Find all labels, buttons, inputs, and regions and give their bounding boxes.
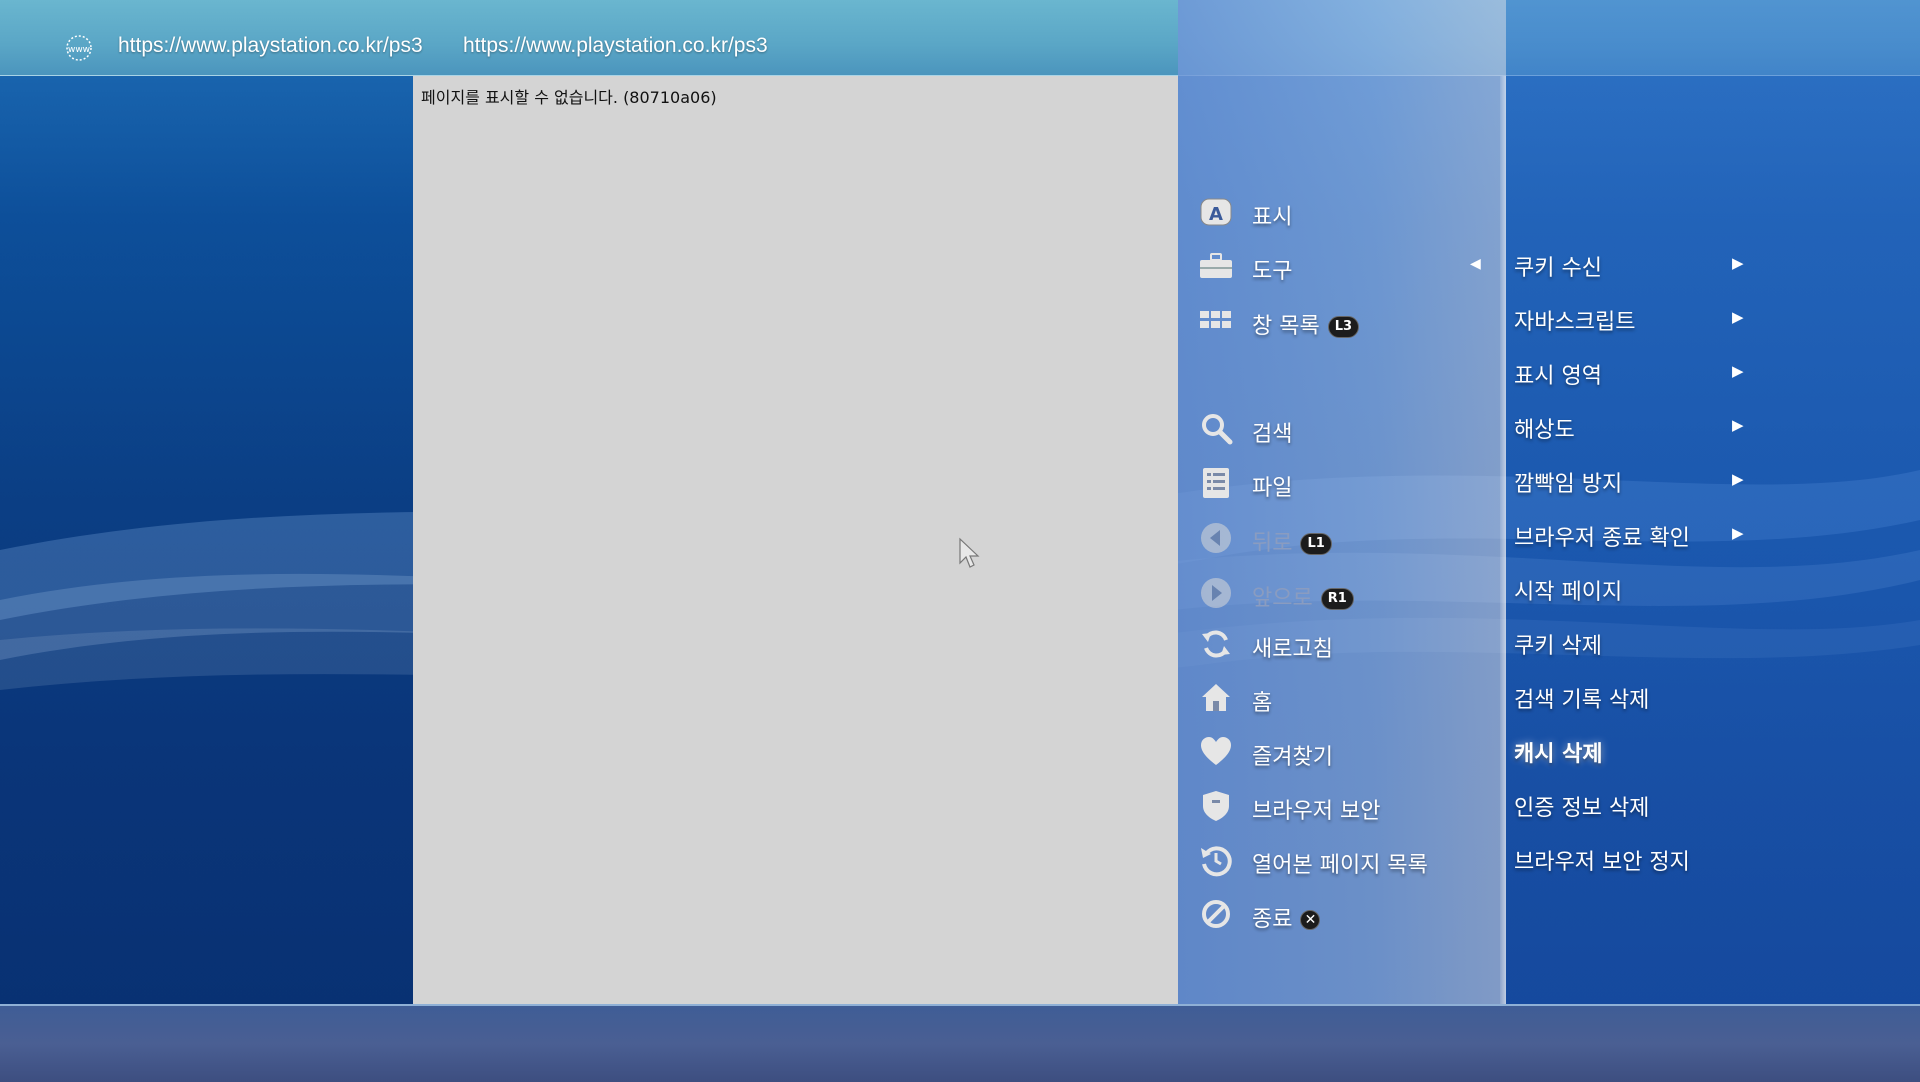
back-icon [1198, 520, 1234, 556]
window-list-icon [1198, 303, 1234, 339]
browser-content[interactable]: 페이지를 표시할 수 없습니다. (80710a06) [413, 76, 1178, 1004]
menu-item-text: 앞으로 [1252, 586, 1313, 611]
submenu-item-stop-browser-security[interactable]: 브라우저 보안 정지 [1514, 838, 1774, 878]
shield-icon [1198, 788, 1234, 824]
history-icon [1198, 842, 1234, 878]
submenu-arrow-icon: ▶ [1732, 470, 1744, 488]
menu-item-label: 파일 [1252, 476, 1293, 501]
submenu-item-label: 쿠키 수신 [1514, 256, 1602, 281]
svg-text:www: www [68, 45, 90, 55]
submenu-arrow-icon: ▶ [1732, 416, 1744, 434]
menu-item-back[interactable]: 뒤로 L1 [1198, 518, 1498, 558]
menu-item-display[interactable]: A 표시 [1198, 192, 1498, 232]
menu-item-label: 도구 [1252, 259, 1293, 284]
l3-button-badge: L3 [1327, 316, 1360, 338]
submenu-item-display-area[interactable]: 표시 영역 ▶ [1514, 352, 1774, 392]
submenu-item-label: 자바스크립트 [1514, 310, 1636, 335]
menu-item-favorites[interactable]: 즐겨찾기 [1198, 732, 1498, 772]
submenu-arrow-icon: ▶ [1732, 308, 1744, 326]
menu-item-label: 열어본 페이지 목록 [1252, 853, 1428, 878]
svg-text:A: A [1209, 204, 1223, 225]
submenu-item-label: 쿠키 삭제 [1514, 634, 1602, 659]
submenu-item-label: 캐시 삭제 [1514, 742, 1603, 767]
submenu-arrow-icon: ▶ [1732, 254, 1744, 272]
bottom-bar [0, 1004, 1920, 1082]
submenu-item-delete-cache[interactable]: 캐시 삭제 [1514, 730, 1774, 770]
menu-item-label: 새로고침 [1252, 637, 1333, 662]
menu-item-text: 창 목록 [1252, 314, 1320, 339]
submenu-arrow-icon: ▶ [1732, 524, 1744, 542]
menu-item-forward[interactable]: 앞으로 R1 [1198, 573, 1498, 613]
l1-button-badge: L1 [1300, 533, 1332, 555]
page-url: https://www.playstation.co.kr/ps3 [463, 34, 768, 57]
menu-item-label: 즐겨찾기 [1252, 745, 1333, 770]
menu-item-home[interactable]: 홈 [1198, 678, 1498, 718]
submenu-item-accept-cookies[interactable]: 쿠키 수신 ▶ [1514, 244, 1774, 284]
submenu-item-flicker-reduction[interactable]: 깜빡임 방지 ▶ [1514, 460, 1774, 500]
menu-item-text: 뒤로 [1252, 531, 1293, 556]
file-icon [1198, 465, 1234, 501]
a-display-icon: A [1198, 194, 1234, 230]
home-icon [1198, 680, 1234, 716]
r1-button-badge: R1 [1320, 588, 1354, 610]
menu-item-label: 뒤로 L1 [1252, 525, 1332, 557]
menu-item-browser-security[interactable]: 브라우저 보안 [1198, 786, 1498, 826]
submenu-item-label: 표시 영역 [1514, 364, 1602, 389]
submenu-item-exit-confirmation[interactable]: 브라우저 종료 확인 ▶ [1514, 514, 1774, 554]
menu-item-exit[interactable]: 종료 ✕ [1198, 894, 1498, 934]
submenu-item-label: 깜빡임 방지 [1514, 472, 1623, 497]
exit-icon [1198, 896, 1234, 932]
menu-item-label: 검색 [1252, 422, 1293, 447]
submenu-item-delete-auth-info[interactable]: 인증 정보 삭제 [1514, 784, 1774, 824]
submenu-open-arrow-icon: ◀ [1470, 256, 1481, 272]
menu-item-label: 앞으로 R1 [1252, 580, 1354, 612]
submenu-item-start-page[interactable]: 시작 페이지 [1514, 568, 1774, 608]
error-message: 페이지를 표시할 수 없습니다. (80710a06) [421, 88, 717, 107]
menu-item-history[interactable]: 열어본 페이지 목록 [1198, 840, 1498, 880]
menu-item-window-list[interactable]: 창 목록 L3 [1198, 301, 1498, 341]
menu-item-label: 홈 [1252, 691, 1273, 716]
menu-item-file[interactable]: 파일 [1198, 463, 1498, 503]
submenu-item-label: 해상도 [1514, 418, 1575, 443]
pointer-cursor-icon [959, 537, 980, 568]
menu-item-label: 창 목록 L3 [1252, 308, 1360, 340]
submenu-item-label: 브라우저 종료 확인 [1514, 526, 1690, 551]
submenu-item-label: 시작 페이지 [1514, 580, 1623, 605]
current-url[interactable]: https://www.playstation.co.kr/ps3 [118, 34, 423, 58]
menu-item-search[interactable]: 검색 [1198, 409, 1498, 449]
submenu-item-label: 브라우저 보안 정지 [1514, 850, 1690, 875]
submenu-item-resolution[interactable]: 해상도 ▶ [1514, 406, 1774, 446]
forward-icon [1198, 575, 1234, 611]
submenu-item-delete-cookies[interactable]: 쿠키 삭제 [1514, 622, 1774, 662]
submenu-item-javascript[interactable]: 자바스크립트 ▶ [1514, 298, 1774, 338]
submenu-item-label: 인증 정보 삭제 [1514, 796, 1650, 821]
toolbox-icon [1198, 248, 1234, 284]
menu-item-label: 종료 ✕ [1252, 901, 1321, 933]
menu-item-label: 브라우저 보안 [1252, 799, 1381, 824]
menu-item-refresh[interactable]: 새로고침 [1198, 624, 1498, 664]
www-icon: www [66, 35, 92, 61]
refresh-icon [1198, 626, 1234, 662]
submenu-item-label: 검색 기록 삭제 [1514, 688, 1650, 713]
submenu-arrow-icon: ▶ [1732, 362, 1744, 380]
menu-item-tools[interactable]: 도구 [1198, 246, 1498, 286]
submenu-item-delete-search-history[interactable]: 검색 기록 삭제 [1514, 676, 1774, 716]
search-icon [1198, 411, 1234, 447]
menu-item-label: 표시 [1252, 205, 1293, 230]
menu-item-text: 종료 [1252, 907, 1293, 932]
heart-icon [1198, 734, 1234, 770]
cross-button-badge: ✕ [1300, 910, 1321, 930]
